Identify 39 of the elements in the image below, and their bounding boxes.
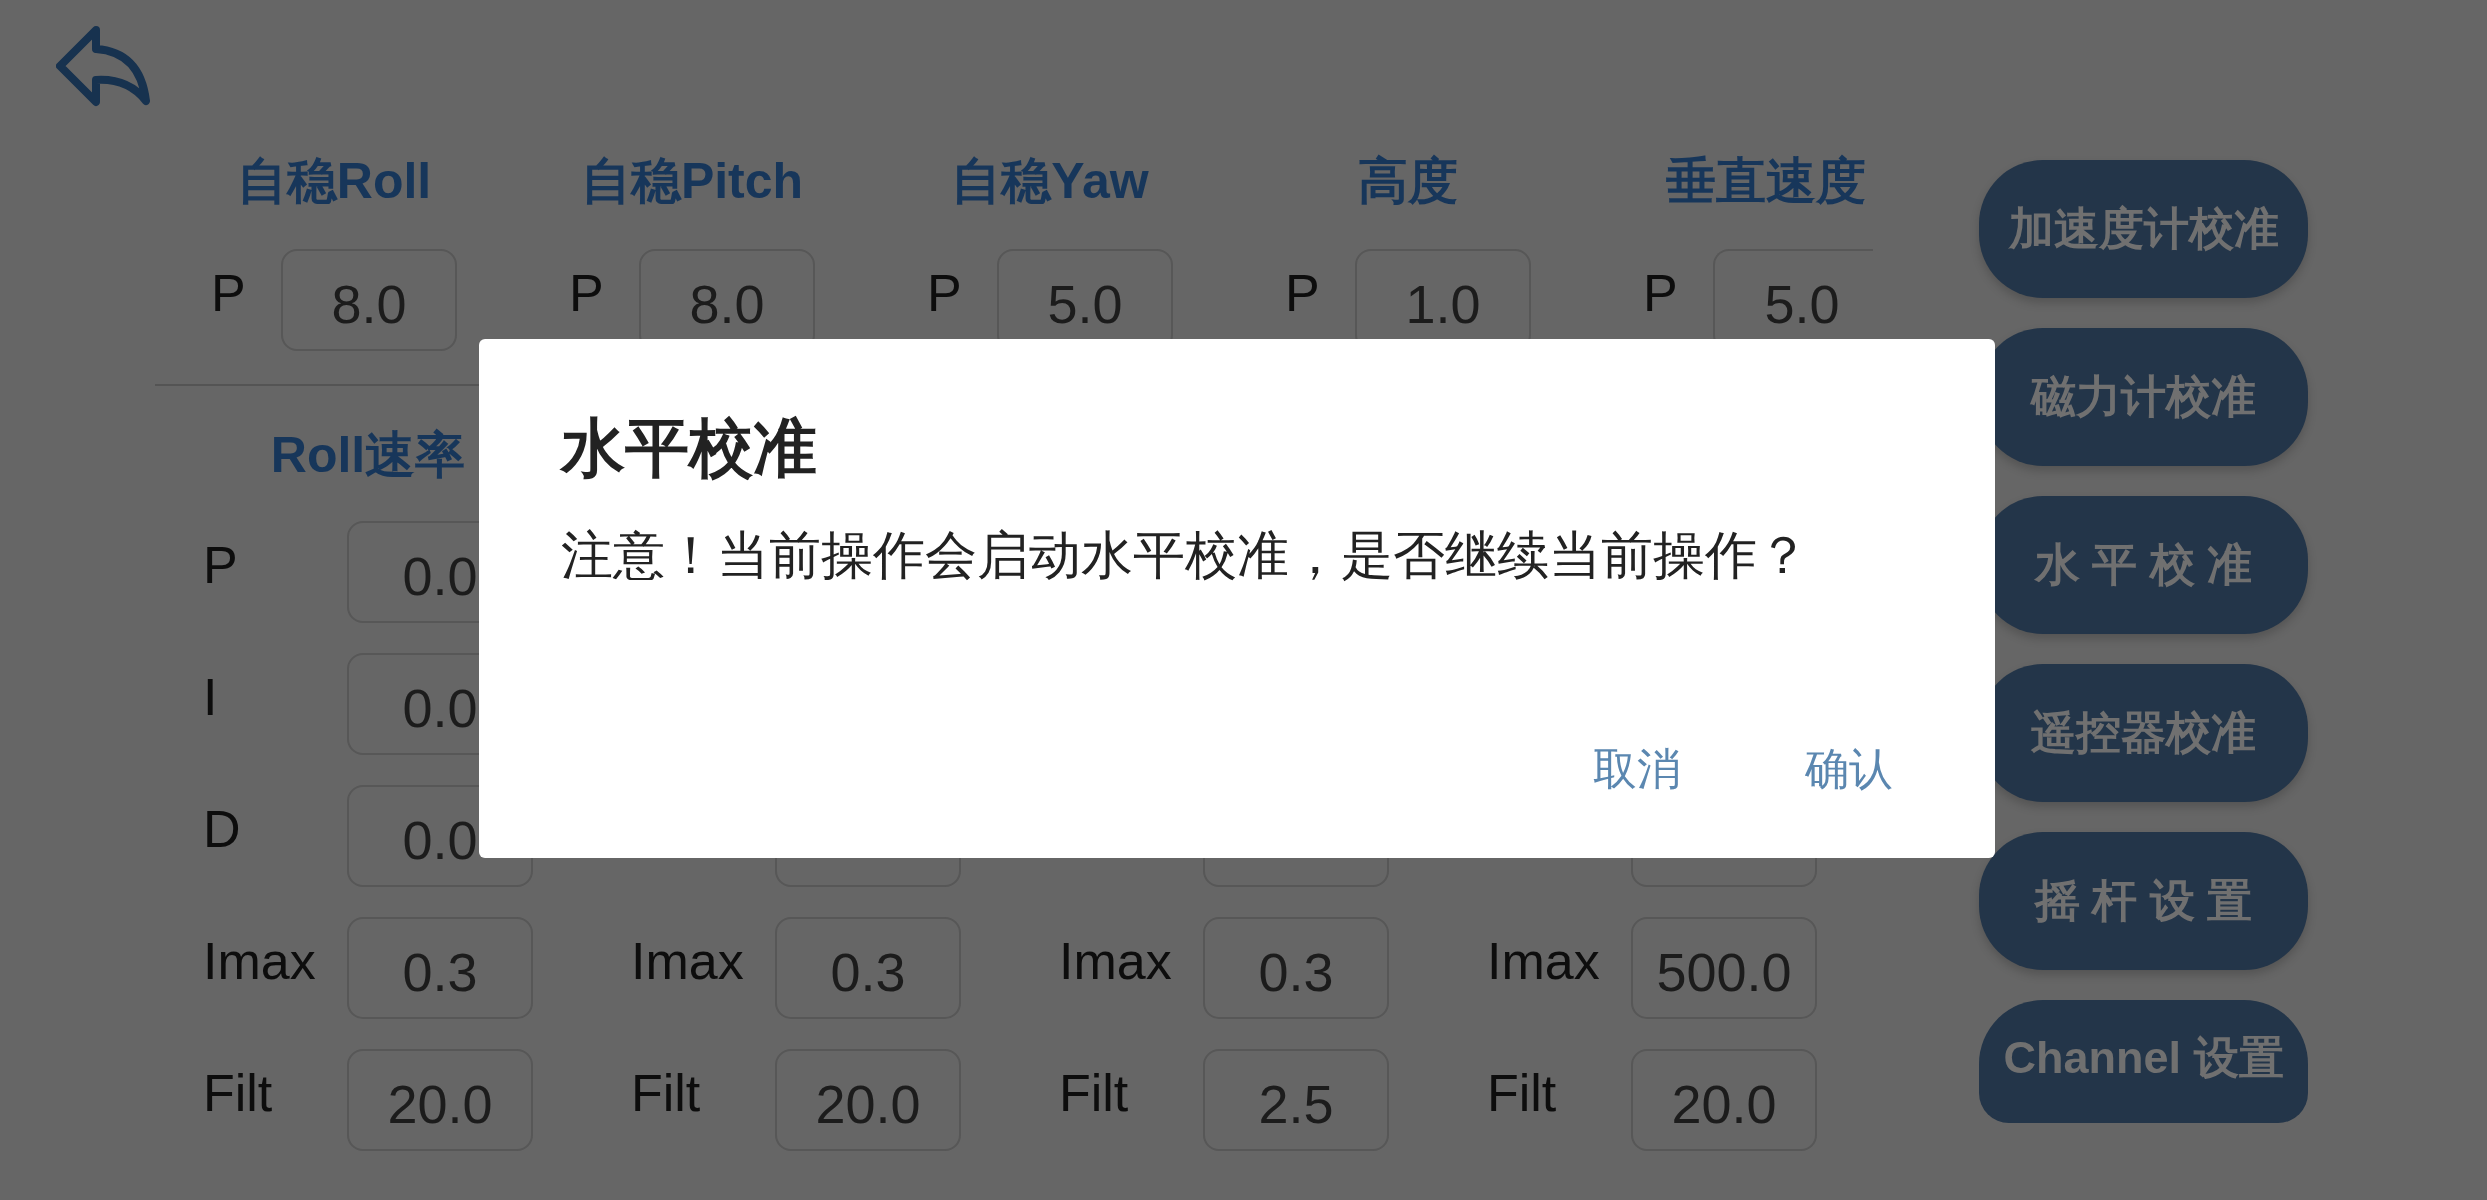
value-field[interactable]: 2.5 [1203,1049,1389,1151]
back-icon[interactable] [56,25,150,107]
column-header: 高度 [1358,152,1458,211]
value-field[interactable]: 500.0 [1631,917,1817,1019]
param-label: P [569,263,604,324]
column-header: 自稳Roll [236,152,432,211]
param-label: Filt [1487,1063,1557,1124]
value-field[interactable]: 8.0 [281,249,457,351]
param-label: D [203,799,241,860]
param-label: Imax [1059,931,1172,992]
value-field[interactable]: 20.0 [347,1049,533,1151]
param-label: P [927,263,962,324]
param-label: Imax [203,931,316,992]
menu-button[interactable]: Channel 设置 [1979,1000,2308,1123]
param-label: P [1643,263,1678,324]
param-label: Filt [1059,1063,1129,1124]
column-header: 自稳Pitch [580,152,804,211]
dialog-message: 注意！当前操作会启动水平校准，是否继续当前操作？ [561,525,1810,586]
param-label: I [203,667,218,728]
param-label: Filt [203,1063,273,1124]
param-label: P [203,535,238,596]
dialog-button[interactable]: 确认 [1781,722,1917,815]
value-field[interactable]: 0.3 [347,917,533,1019]
column-header: Roll速率 [270,426,466,485]
value-field[interactable]: 0.3 [775,917,961,1019]
menu-button[interactable]: 加速度计校准 [1979,160,2308,298]
column-header: 自稳Yaw [951,152,1149,211]
menu-button[interactable]: 摇 杆 设 置 [1979,832,2308,970]
dialog-title: 水平校准 [561,411,818,486]
param-label: P [211,263,246,324]
dialog-button[interactable]: 取消 [1569,722,1705,815]
value-field[interactable]: 0.3 [1203,917,1389,1019]
value-field[interactable]: 20.0 [775,1049,961,1151]
param-label: Imax [1487,931,1600,992]
param-label: Filt [631,1063,701,1124]
param-label: Imax [631,931,744,992]
param-label: P [1285,263,1320,324]
column-header: 垂直速度 [1666,152,1866,211]
value-field[interactable]: 20.0 [1631,1049,1817,1151]
